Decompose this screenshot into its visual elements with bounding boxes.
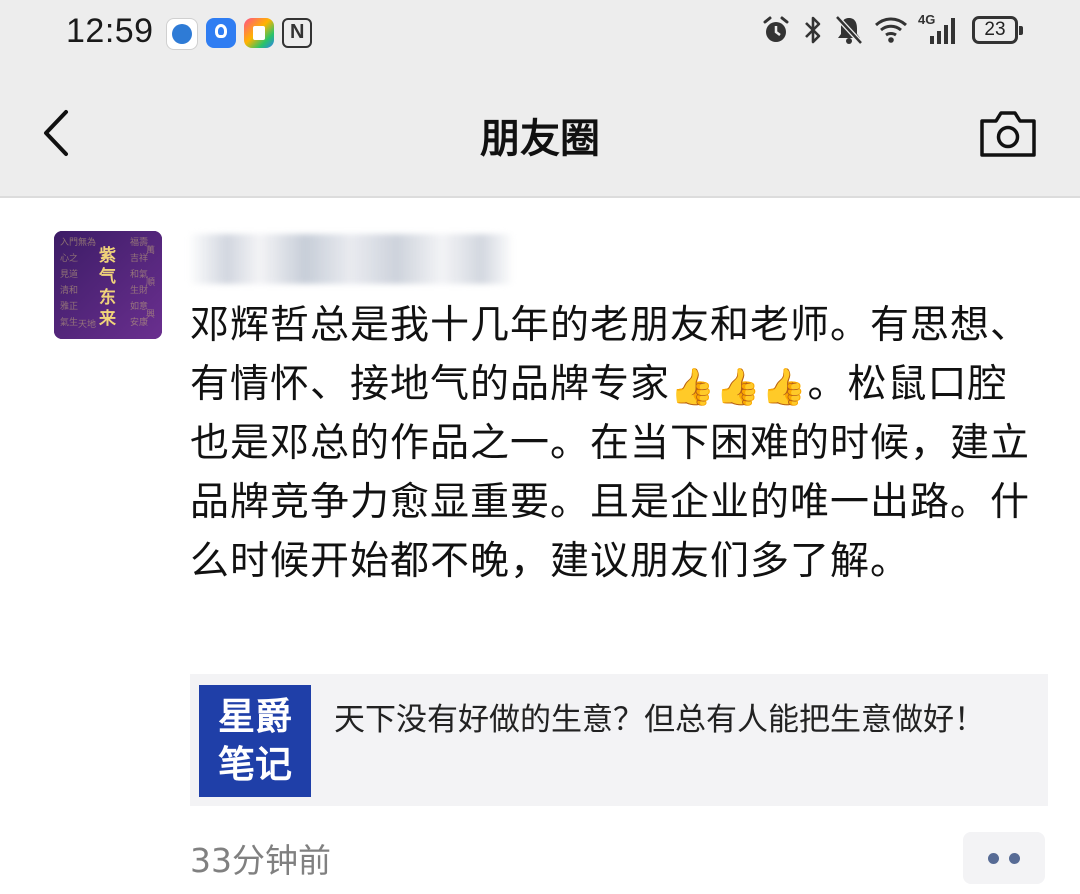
article-logo-line-1: 星爵: [218, 695, 292, 738]
svg-text:順: 順: [146, 277, 155, 288]
thumbs-up-icon: 👍: [761, 367, 808, 408]
svg-text:興: 興: [146, 309, 155, 320]
avatar-char-3: 东: [99, 287, 116, 308]
thumbs-up-icon: 👍: [670, 367, 716, 408]
system-icons: 4G 23: [760, 12, 1023, 46]
status-time: 12:59: [66, 12, 154, 50]
svg-text:見道: 見道: [60, 268, 78, 280]
post-text: 邓辉哲总是我十几年的老朋友和老师。有思想、有情怀、接地气的品牌专家👍👍👍。松鼠口…: [190, 296, 1040, 591]
notification-icons: [166, 18, 312, 50]
bulb-app-icon: [206, 18, 236, 48]
avatar-char-4: 来: [98, 308, 117, 329]
svg-text:萬: 萬: [146, 244, 155, 256]
top-nav-bar: 朋友圈: [0, 70, 1080, 198]
more-dots-icon: [988, 852, 1020, 864]
alarm-icon: [763, 16, 789, 42]
camera-button[interactable]: [978, 108, 1038, 160]
camera-icon: [980, 111, 1036, 157]
colorful-app-icon: [244, 18, 274, 48]
svg-text:氣生: 氣生: [60, 316, 78, 328]
more-actions-button[interactable]: [963, 832, 1045, 884]
status-bar: 12:59 4G: [0, 0, 1080, 70]
maps-app-icon: [166, 18, 198, 50]
nfc-icon: [282, 18, 312, 48]
battery-indicator: 23: [972, 16, 1023, 44]
svg-text:雅正: 雅正: [60, 300, 78, 312]
post-timestamp: 33分钟前: [190, 841, 331, 880]
avatar[interactable]: 入門 心之 見道 清和 雅正 氣生 無為 天地 福壽 吉祥 和氣 生財 如意 安康 萬順興 紫 气 东…: [54, 231, 162, 339]
bluetooth-icon: [805, 16, 821, 44]
thumbs-up-icon: 👍: [715, 367, 762, 408]
cellular-signal-icon: 4G: [918, 12, 962, 46]
article-title: 天下没有好做的生意？但总有人能把生意做好！: [334, 702, 985, 738]
page-title: 朋友圈: [480, 116, 600, 162]
wifi-icon: [875, 17, 907, 43]
avatar-char-1: 紫: [99, 245, 116, 266]
svg-text:無為: 無為: [78, 236, 96, 248]
svg-text:心之: 心之: [60, 252, 78, 264]
avatar-char-2: 气: [98, 266, 116, 287]
svg-text:清和: 清和: [60, 284, 78, 296]
shared-article-card[interactable]: 星爵 笔记 天下没有好做的生意？但总有人能把生意做好！: [190, 674, 1048, 806]
article-logo: 星爵 笔记: [199, 685, 311, 797]
mute-icon: [835, 15, 863, 45]
article-logo-line-2: 笔记: [218, 743, 292, 786]
svg-text:天地: 天地: [78, 318, 96, 330]
username-blurred[interactable]: [188, 234, 514, 284]
svg-text:入門: 入門: [60, 237, 78, 248]
